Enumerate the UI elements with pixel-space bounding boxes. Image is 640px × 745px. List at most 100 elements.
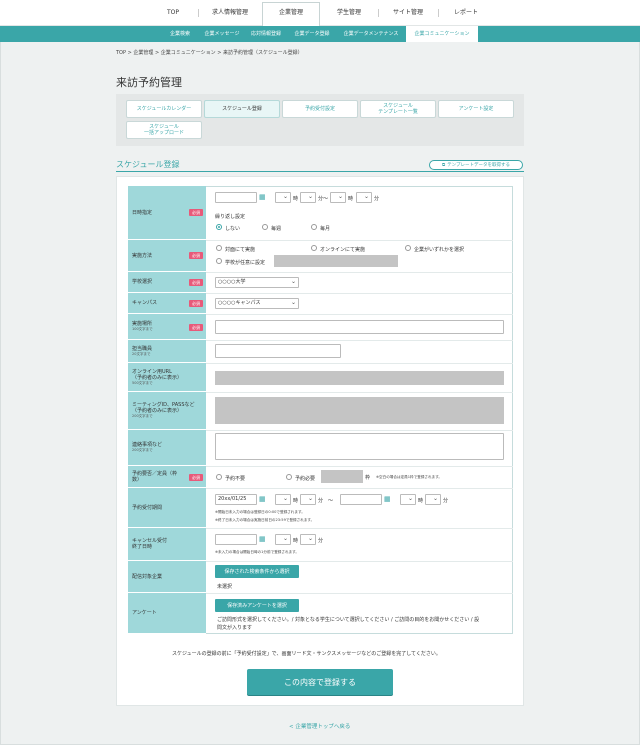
campus-select[interactable]: ○○○○キャンパス (215, 298, 299, 309)
top-nav-jobs[interactable]: 求人情報管理 (200, 7, 260, 19)
target-value: 未選択 (217, 584, 233, 590)
method-school-input[interactable] (274, 255, 398, 267)
required-badge: 必須 (189, 209, 203, 216)
sub-nav-data-maintenance[interactable]: 企業データメンテナンス (336, 26, 406, 42)
minute-select[interactable] (300, 192, 316, 203)
meeting-id-input[interactable] (215, 397, 504, 424)
method-online-radio[interactable] (311, 245, 317, 251)
end-minute-select[interactable] (356, 192, 372, 203)
method-online-label: オンラインにて実施 (320, 247, 366, 253)
frame-unit: 枠 (365, 475, 371, 481)
place-input[interactable] (215, 320, 504, 334)
label-staff: 担当職員 20文字まで (128, 340, 206, 363)
get-template-button[interactable]: ⧉ テンプレートデータを取得する (429, 160, 523, 170)
repeat-weekly-radio[interactable] (262, 224, 268, 230)
top-nav-top[interactable]: TOP (150, 7, 196, 19)
breadcrumb: TOP > 企業管理 > 企業コミュニケーション > 来訪予約管理（スケジュール… (116, 50, 303, 56)
method-either-label: 企業がいずれかを選択 (414, 247, 465, 253)
need-yes-radio[interactable] (286, 474, 292, 480)
tilde: 〜 (328, 498, 334, 504)
calendar-icon[interactable]: ▦ (259, 536, 266, 543)
survey-text-2: 問文が入ります (217, 625, 253, 631)
label-target: 配信対象企業 (128, 561, 206, 593)
sub-nav-company-search[interactable]: 企業検索 (160, 26, 200, 42)
top-nav-report[interactable]: レポート (440, 7, 492, 19)
label-target-text: 配信対象企業 (132, 573, 163, 580)
tab-templates-line2: テンプレート一覧 (378, 109, 418, 115)
period-start-minute[interactable] (300, 494, 316, 505)
select-survey-button[interactable]: 保存済みアンケートを選択 (215, 599, 299, 612)
need-no-label: 予約不要 (225, 476, 246, 482)
required-badge: 必須 (189, 252, 203, 259)
need-yes-label: 予約必要 (295, 476, 316, 482)
need-no-radio[interactable] (216, 474, 222, 480)
required-badge: 必須 (189, 279, 203, 286)
sub-nav-company-communication[interactable]: 企業コミュニケーション (406, 26, 478, 42)
back-link[interactable]: < 企業管理トップへ戻る (289, 722, 350, 730)
tab-survey-settings[interactable]: アンケート設定 (438, 100, 514, 118)
hour-unit: 時 (293, 196, 299, 202)
period-start-input[interactable]: 20xx/01/25 (215, 494, 257, 505)
period-end-input[interactable] (340, 494, 382, 505)
tab-panel: スケジュールカレンダー スケジュール登録 予約受付設定 スケジュール テンプレー… (116, 94, 524, 146)
calendar-icon[interactable]: ▦ (259, 496, 266, 503)
label-url-note: 500文字まで (132, 380, 153, 385)
label-contact-note: 200文字まで (132, 448, 153, 452)
repeat-title: 繰り返し設定 (215, 214, 246, 220)
sub-nav-company-data[interactable]: 企業データ登録 (288, 26, 336, 42)
tab-schedule-templates[interactable]: スケジュール テンプレート一覧 (360, 100, 436, 118)
sub-nav-company-message[interactable]: 企業メッセージ (200, 26, 244, 42)
repeat-none-radio[interactable] (216, 224, 222, 230)
date-input[interactable] (215, 192, 257, 203)
calendar-icon[interactable]: ▦ (384, 496, 391, 503)
top-nav-site[interactable]: サイト管理 (380, 7, 436, 19)
cancel-date-input[interactable] (215, 534, 257, 545)
method-either-radio[interactable] (405, 245, 411, 251)
label-contact: 連絡事項など 200文字まで (128, 430, 206, 466)
top-nav-students[interactable]: 学生管理 (322, 7, 376, 19)
tab-bulk-line2: 一括アップロード (143, 130, 184, 136)
tab-reservation-settings[interactable]: 予約受付設定 (282, 100, 358, 118)
method-school-radio[interactable] (216, 258, 222, 264)
contact-textarea[interactable] (215, 433, 504, 460)
label-period-text: 予約受付期間 (132, 504, 163, 511)
method-face-radio[interactable] (216, 245, 222, 251)
top-nav: TOP 求人情報管理 企業管理 学生管理 サイト管理 レポート (0, 0, 640, 26)
staff-input[interactable] (215, 344, 341, 358)
end-hour-select[interactable] (330, 192, 346, 203)
capacity-input[interactable] (321, 470, 363, 483)
section-title: スケジュール登録 (116, 160, 180, 169)
submit-button[interactable]: この内容で登録する (247, 669, 393, 695)
period-end-hour[interactable] (400, 494, 416, 505)
label-survey: アンケート (128, 593, 206, 634)
section-divider (116, 171, 524, 172)
survey-text-1: ご訪問形式を選択してください。/ 対象となる学生について選択してください / ご… (217, 617, 480, 623)
end-minute-unit: 分 (374, 196, 380, 202)
minute-unit: 分 (318, 538, 324, 544)
calendar-icon[interactable]: ▦ (259, 194, 266, 201)
cancel-note: ※未入力の場合は開始日時の1分前で登録されます。 (215, 550, 299, 554)
online-url-input[interactable] (215, 371, 504, 385)
period-start-hour[interactable] (275, 494, 291, 505)
minute-unit: 分 (318, 498, 324, 504)
label-period: 予約受付期間 (128, 488, 206, 528)
repeat-none-label: しない (225, 226, 241, 232)
tab-schedule-calendar[interactable]: スケジュールカレンダー (126, 100, 202, 118)
minute-unit: 分 (443, 498, 449, 504)
sub-nav: 企業検索 企業メッセージ 応対情報登録 企業データ登録 企業データメンテナンス … (0, 26, 640, 42)
tab-bulk-upload[interactable]: スケジュール 一括アップロード (126, 121, 202, 139)
period-note-1: ※開始日未入力の場合は登録日の0:00で登録されます。 (215, 510, 305, 514)
top-nav-companies[interactable]: 企業管理 (263, 7, 319, 19)
hour-select[interactable] (275, 192, 291, 203)
method-face-label: 対面にて実施 (225, 247, 256, 253)
period-end-minute[interactable] (425, 494, 441, 505)
sub-nav-response-register[interactable]: 応対情報登録 (244, 26, 288, 42)
repeat-monthly-radio[interactable] (311, 224, 317, 230)
tab-schedule-register[interactable]: スケジュール登録 (204, 100, 280, 118)
required-badge: 必須 (189, 474, 203, 481)
select-saved-search-button[interactable]: 保存された検索条件から選択 (215, 565, 299, 578)
cancel-minute[interactable] (300, 534, 316, 545)
school-select[interactable]: ○○○○大学 (215, 277, 299, 288)
repeat-weekly-label: 毎週 (271, 226, 282, 232)
cancel-hour[interactable] (275, 534, 291, 545)
